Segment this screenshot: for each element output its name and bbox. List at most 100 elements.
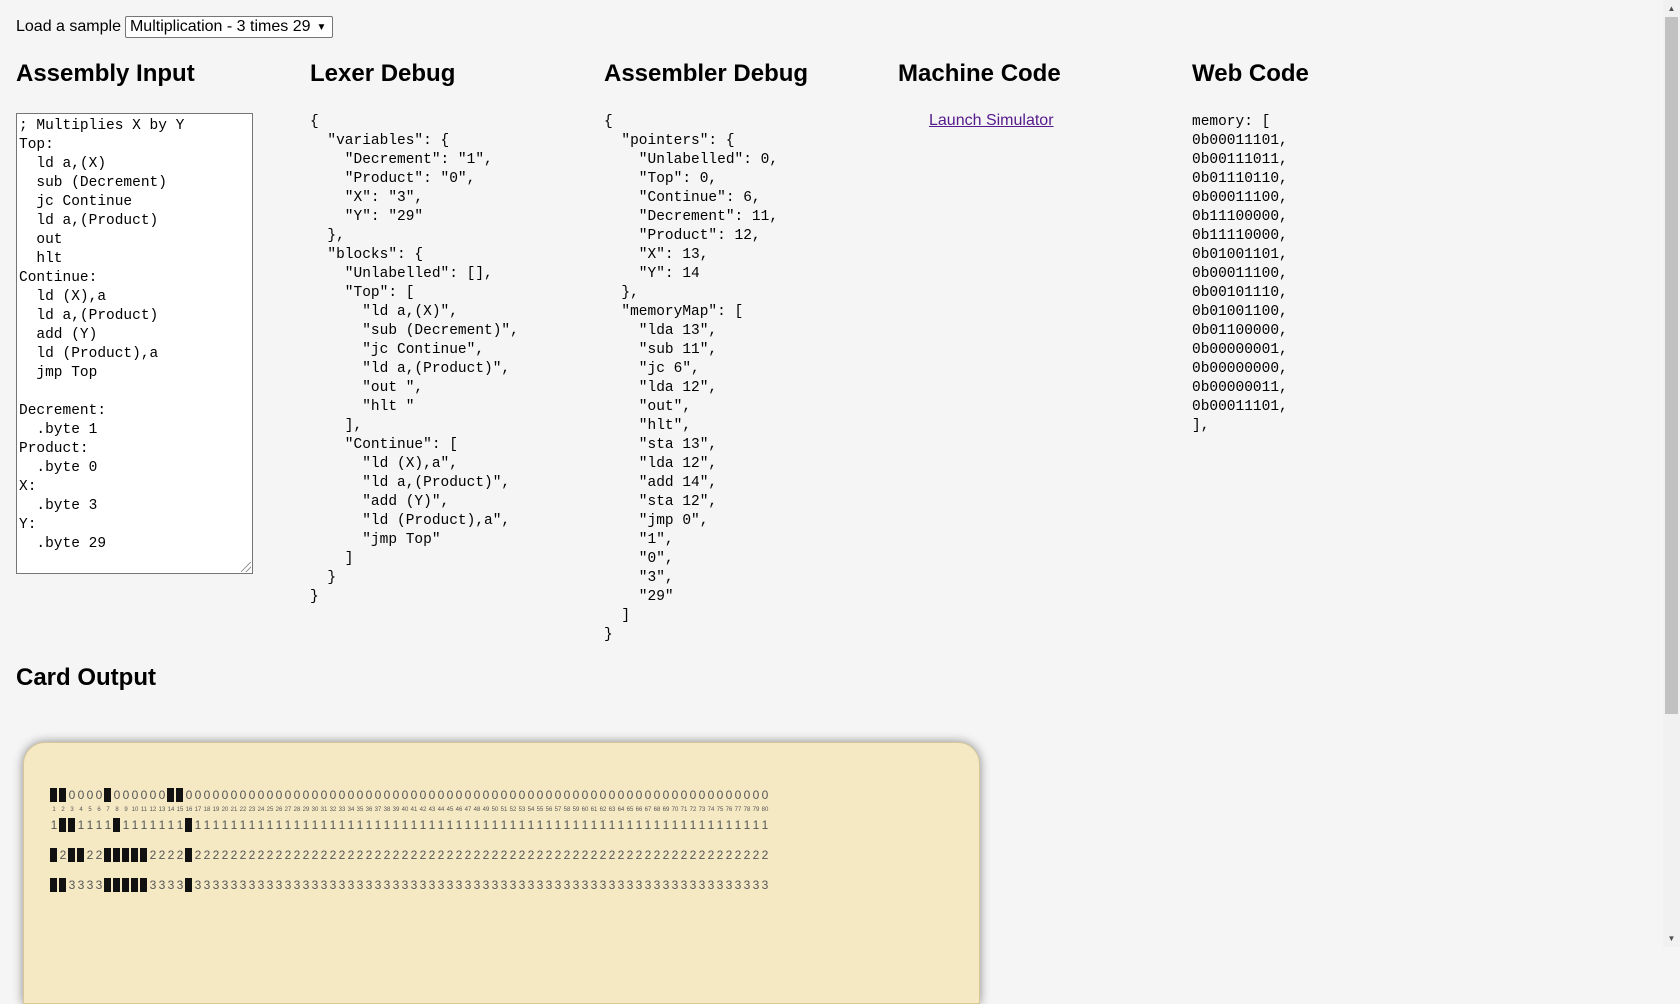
punch-digit: 1 (644, 818, 652, 832)
chevron-down-icon: ▼ (316, 21, 327, 33)
punch-hole (122, 878, 129, 892)
punch-digit: 3 (212, 878, 220, 892)
punch-digit: 0 (293, 788, 301, 802)
punch-digit: 0 (455, 788, 463, 802)
punch-digit: 0 (473, 788, 481, 802)
punch-digit: 2 (725, 848, 733, 862)
punch-digit: 2 (86, 848, 94, 862)
punch-digit: 1 (626, 818, 634, 832)
punch-digit: 1 (437, 818, 445, 832)
punch-digit: 1 (176, 818, 184, 832)
punch-digit: 0 (410, 788, 418, 802)
punch-digit: 3 (581, 878, 589, 892)
punch-digit: 3 (482, 878, 490, 892)
punch-digit: 3 (311, 878, 319, 892)
scroll-up-icon[interactable]: ▲ (1663, 0, 1680, 17)
punch-digit: 0 (653, 788, 661, 802)
punch-digit: 1 (248, 818, 256, 832)
assembler-debug-title: Assembler Debug (604, 60, 809, 87)
punch-digit: 2 (446, 848, 454, 862)
punch-digit: 2 (293, 848, 301, 862)
scroll-down-icon[interactable]: ▼ (1663, 930, 1680, 947)
punch-digit: 0 (311, 788, 319, 802)
punch-hole (185, 818, 192, 832)
scrollbar-thumb[interactable] (1665, 17, 1678, 714)
punch-digit: 2 (266, 848, 274, 862)
punch-digit: 2 (401, 848, 409, 862)
punch-digit: 1 (266, 818, 274, 832)
resize-handle-icon[interactable] (241, 562, 251, 572)
punch-digit: 2 (635, 848, 643, 862)
punch-digit: 2 (671, 848, 679, 862)
punch-digit: 3 (635, 878, 643, 892)
punch-digit: 3 (86, 878, 94, 892)
punch-hole (131, 848, 138, 862)
launch-simulator-link[interactable]: Launch Simulator (929, 112, 1054, 130)
punch-digit: 1 (662, 818, 670, 832)
punch-digit: 3 (671, 878, 679, 892)
punch-digit: 1 (77, 818, 85, 832)
punch-digit: 2 (392, 848, 400, 862)
punch-digit: 1 (752, 818, 760, 832)
punch-digit: 3 (167, 878, 175, 892)
punch-digit: 3 (203, 878, 211, 892)
punch-digit: 1 (536, 818, 544, 832)
punch-digit: 1 (545, 818, 553, 832)
punch-digit: 2 (383, 848, 391, 862)
punch-digit: 1 (572, 818, 580, 832)
punch-digit: 0 (761, 788, 769, 802)
column-number: 80 (761, 807, 769, 813)
punch-digit: 2 (455, 848, 463, 862)
punch-digit: 3 (284, 878, 292, 892)
punch-digit: 0 (725, 788, 733, 802)
punch-digit: 0 (509, 788, 517, 802)
punch-digit: 3 (239, 878, 247, 892)
punch-digit: 2 (374, 848, 382, 862)
punch-card: 0000000000000000000000000000000000000000… (23, 742, 980, 1004)
punch-digit: 1 (419, 818, 427, 832)
punch-digit: 3 (437, 878, 445, 892)
punch-digit: 2 (410, 848, 418, 862)
punch-digit: 1 (221, 818, 229, 832)
punch-digit: 3 (617, 878, 625, 892)
punch-digit: 1 (563, 818, 571, 832)
punch-hole (185, 848, 192, 862)
punch-hole (104, 788, 111, 802)
punch-digit: 0 (113, 788, 121, 802)
punch-digit: 0 (689, 788, 697, 802)
punch-hole (113, 878, 120, 892)
punch-hole (77, 848, 84, 862)
punch-digit: 1 (491, 818, 499, 832)
punch-digit: 0 (752, 788, 760, 802)
punch-digit: 3 (320, 878, 328, 892)
punch-hole (113, 818, 120, 832)
sample-picker-label: Load a sample (16, 18, 121, 35)
punch-digit: 3 (563, 878, 571, 892)
punch-digit: 2 (428, 848, 436, 862)
punch-hole (50, 878, 57, 892)
punch-digit: 0 (86, 788, 94, 802)
punch-digit: 2 (590, 848, 598, 862)
assembly-input-textarea[interactable]: ; Multiplies X by Y Top: ld a,(X) sub (D… (16, 113, 253, 574)
punch-digit: 3 (383, 878, 391, 892)
punch-digit: 0 (284, 788, 292, 802)
punch-digit: 0 (302, 788, 310, 802)
punch-digit: 2 (338, 848, 346, 862)
punch-digit: 3 (464, 878, 472, 892)
punch-digit: 1 (599, 818, 607, 832)
punch-digit: 3 (626, 878, 634, 892)
punch-digit: 2 (419, 848, 427, 862)
punch-digit: 3 (572, 878, 580, 892)
sample-select[interactable]: Multiplication - 3 times 29 ▼ (124, 16, 334, 38)
punch-digit: 1 (518, 818, 526, 832)
punch-digit: 2 (689, 848, 697, 862)
punch-digit: 1 (446, 818, 454, 832)
punch-digit: 3 (644, 878, 652, 892)
vertical-scrollbar[interactable]: ▲ ▼ (1663, 0, 1680, 947)
punch-digit: 0 (338, 788, 346, 802)
punch-digit: 1 (302, 818, 310, 832)
punch-digit: 3 (176, 878, 184, 892)
punch-digit: 0 (149, 788, 157, 802)
punch-digit: 2 (347, 848, 355, 862)
punch-digit: 1 (554, 818, 562, 832)
